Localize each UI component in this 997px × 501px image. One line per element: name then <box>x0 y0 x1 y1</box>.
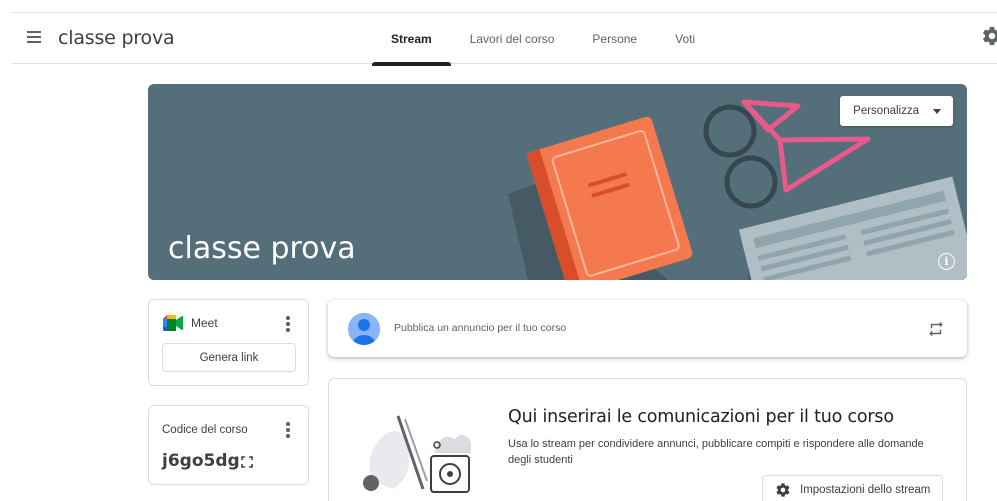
stream-settings-label: Impostazioni dello stream <box>800 484 931 496</box>
more-vert-icon[interactable] <box>286 316 290 332</box>
stream-info-title: Qui inserirai le comunicazioni per il tu… <box>508 407 894 427</box>
hamburger-menu-icon[interactable] <box>24 26 48 50</box>
gear-icon[interactable] <box>981 25 997 47</box>
avatar <box>348 313 380 345</box>
google-meet-icon <box>163 315 183 331</box>
repost-icon[interactable] <box>927 320 945 338</box>
fullscreen-icon[interactable] <box>241 456 253 468</box>
top-bar: classe prova Stream Lavori del corso Per… <box>12 12 997 66</box>
tab-stream[interactable]: Stream <box>372 13 451 66</box>
class-banner: classe prova Personalizza i <box>148 84 967 280</box>
meet-card: Meet Genera link <box>148 299 309 386</box>
info-icon[interactable]: i <box>938 253 955 270</box>
class-title[interactable]: classe prova <box>58 27 175 49</box>
meet-label: Meet <box>191 316 218 330</box>
tab-grades[interactable]: Voti <box>656 13 714 65</box>
class-code-value: j6go5dg <box>162 451 240 471</box>
tab-bar: Stream Lavori del corso Persone Voti <box>372 13 714 66</box>
customize-button[interactable]: Personalizza <box>840 96 953 126</box>
tab-people[interactable]: Persone <box>573 13 656 65</box>
class-code-card: Codice del corso j6go5dg <box>148 405 309 485</box>
gear-icon <box>776 483 790 497</box>
generate-link-button[interactable]: Genera link <box>162 343 296 372</box>
tab-classwork[interactable]: Lavori del corso <box>451 13 574 65</box>
banner-title: classe prova <box>168 231 356 266</box>
stream-info-description: Usa lo stream per condividere annunci, p… <box>508 438 924 466</box>
customize-label: Personalizza <box>853 105 919 117</box>
stream-settings-button[interactable]: Impostazioni dello stream <box>762 475 944 501</box>
announcement-placeholder[interactable]: Pubblica un annuncio per il tuo corso <box>394 322 566 334</box>
stream-illustration <box>363 415 471 493</box>
more-vert-icon[interactable] <box>286 422 290 438</box>
stream-info-card: Qui inserirai le comunicazioni per il tu… <box>328 378 967 501</box>
caret-down-icon <box>933 108 941 114</box>
announcement-composer[interactable]: Pubblica un annuncio per il tuo corso <box>328 300 967 357</box>
class-code-label: Codice del corso <box>162 424 248 436</box>
